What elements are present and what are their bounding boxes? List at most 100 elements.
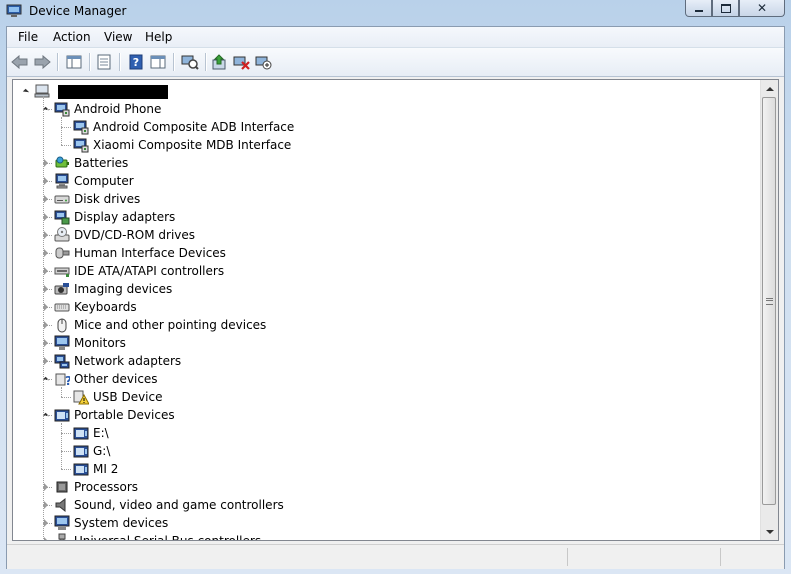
tree-category-label: DVD/CD-ROM drives [74, 228, 196, 242]
tree-device-row[interactable]: Xiaomi Composite MDB Interface [13, 136, 753, 154]
tree-device-row[interactable]: Android Composite ADB Interface [13, 118, 753, 136]
tree-category-label: Monitors [74, 336, 126, 350]
tree-connector [61, 127, 71, 128]
tree-root-row[interactable] [13, 82, 753, 100]
maximize-button[interactable] [712, 0, 739, 17]
device-manager-window: Device Manager ✕ File Action View Help ?… [0, 0, 791, 574]
tree-device-row[interactable]: E:\ [13, 424, 753, 442]
tree-category-row[interactable]: Universal Serial Bus controllers [13, 532, 753, 541]
client-area: File Action View Help ? Android Phone An… [6, 26, 785, 569]
tree-category-row[interactable]: Display adapters [13, 208, 753, 226]
tree-category-label: Batteries [74, 156, 129, 170]
scroll-down-button[interactable] [761, 523, 778, 540]
forward-button[interactable] [33, 53, 51, 71]
tree-category-row[interactable]: IDE ATA/ATAPI controllers [13, 262, 753, 280]
portable-drive-icon [73, 425, 89, 441]
tree-connector [43, 289, 52, 290]
tree-connector [61, 145, 71, 146]
toolbar-separator [119, 53, 121, 71]
disable-device-button[interactable] [255, 53, 273, 71]
scan-hardware-changes-icon [181, 55, 199, 70]
menu-help[interactable]: Help [145, 30, 172, 44]
vertical-scrollbar[interactable] [760, 80, 778, 540]
tree-connector [43, 163, 52, 164]
tree-category-row[interactable]: Mice and other pointing devices [13, 316, 753, 334]
help-button[interactable]: ? [127, 53, 145, 71]
android-phone-icon [54, 101, 70, 117]
tree-connector [43, 361, 52, 362]
toolbar-separator [205, 53, 207, 71]
tree-connector [43, 271, 52, 272]
portable-device-icon [54, 407, 70, 423]
properties-button[interactable] [95, 53, 113, 71]
scrollbar-thumb[interactable] [762, 97, 776, 505]
close-button[interactable]: ✕ [739, 0, 785, 17]
mouse-icon [54, 317, 70, 333]
status-cell-2 [567, 548, 718, 566]
tree-category-row[interactable]: Disk drives [13, 190, 753, 208]
tree-category-row[interactable]: Keyboards [13, 298, 753, 316]
tree-category-row[interactable]: Network adapters [13, 352, 753, 370]
disk-drive-icon [54, 191, 70, 207]
title-bar[interactable]: Device Manager ✕ [0, 0, 791, 24]
tree-device-row[interactable]: MI 2 [13, 460, 753, 478]
ide-controller-icon [54, 263, 70, 279]
battery-icon [54, 155, 70, 171]
expander-icon[interactable] [21, 86, 30, 95]
back-button[interactable] [11, 53, 29, 71]
update-driver-icon [212, 54, 226, 70]
tree-connector [43, 487, 52, 488]
tree-category-row[interactable]: Processors [13, 478, 753, 496]
warning-device-icon [73, 389, 90, 405]
tree-connector [43, 109, 52, 110]
tree-category-row[interactable]: System devices [13, 514, 753, 532]
tree-connector [61, 469, 71, 470]
toolbar-separator [57, 53, 59, 71]
svg-text:?: ? [133, 56, 139, 69]
toolbar-separator [173, 53, 175, 71]
tree-device-row[interactable]: G:\ [13, 442, 753, 460]
portable-drive-icon [73, 443, 89, 459]
device-manager-icon [6, 4, 22, 18]
menu-view[interactable]: View [104, 30, 132, 44]
update-driver-button[interactable] [211, 53, 229, 71]
tree-category-row[interactable]: DVD/CD-ROM drives [13, 226, 753, 244]
show-hide-console-tree-button[interactable] [65, 53, 83, 71]
tree-category-row[interactable]: Monitors [13, 334, 753, 352]
scroll-down-arrow-icon [765, 529, 774, 534]
tree-category-row[interactable]: Portable Devices [13, 406, 753, 424]
menu-file[interactable]: File [18, 30, 38, 44]
tree-category-label: Mice and other pointing devices [74, 318, 267, 332]
grip-icon [765, 297, 773, 305]
tree-category-row[interactable]: Batteries [13, 154, 753, 172]
tree-device-label: E:\ [93, 426, 109, 440]
tree-category-label: System devices [74, 516, 169, 530]
system-device-icon [54, 515, 70, 531]
portable-drive-icon [73, 461, 89, 477]
hid-icon [54, 245, 70, 261]
status-cell-3 [720, 548, 781, 566]
tree-category-row[interactable]: Computer [13, 172, 753, 190]
device-tree[interactable]: Android Phone Android Composite ADB Inter… [12, 79, 779, 541]
uninstall-button[interactable] [233, 53, 251, 71]
tree-category-label: Universal Serial Bus controllers [74, 534, 262, 541]
scroll-up-button[interactable] [761, 80, 778, 97]
tree-category-label: Display adapters [74, 210, 176, 224]
tree-category-row[interactable]: ? Other devices [13, 370, 753, 388]
tree-device-row[interactable]: USB Device [13, 388, 753, 406]
menu-bar: File Action View Help [7, 27, 784, 48]
tree-connector [43, 505, 52, 506]
minimize-button[interactable] [685, 0, 712, 17]
tree-connector [61, 433, 71, 434]
tree-category-label: Disk drives [74, 192, 141, 206]
tree-connector [61, 397, 71, 398]
scroll-up-arrow-icon [765, 86, 774, 91]
tree-category-row[interactable]: Android Phone [13, 100, 753, 118]
show-action-pane-button[interactable] [149, 53, 167, 71]
scan-hardware-changes-button[interactable] [181, 53, 199, 71]
tree-category-row[interactable]: Sound, video and game controllers [13, 496, 753, 514]
tree-category-row[interactable]: Imaging devices [13, 280, 753, 298]
tree-category-row[interactable]: Human Interface Devices [13, 244, 753, 262]
menu-action[interactable]: Action [53, 30, 91, 44]
camera-icon [54, 281, 70, 297]
